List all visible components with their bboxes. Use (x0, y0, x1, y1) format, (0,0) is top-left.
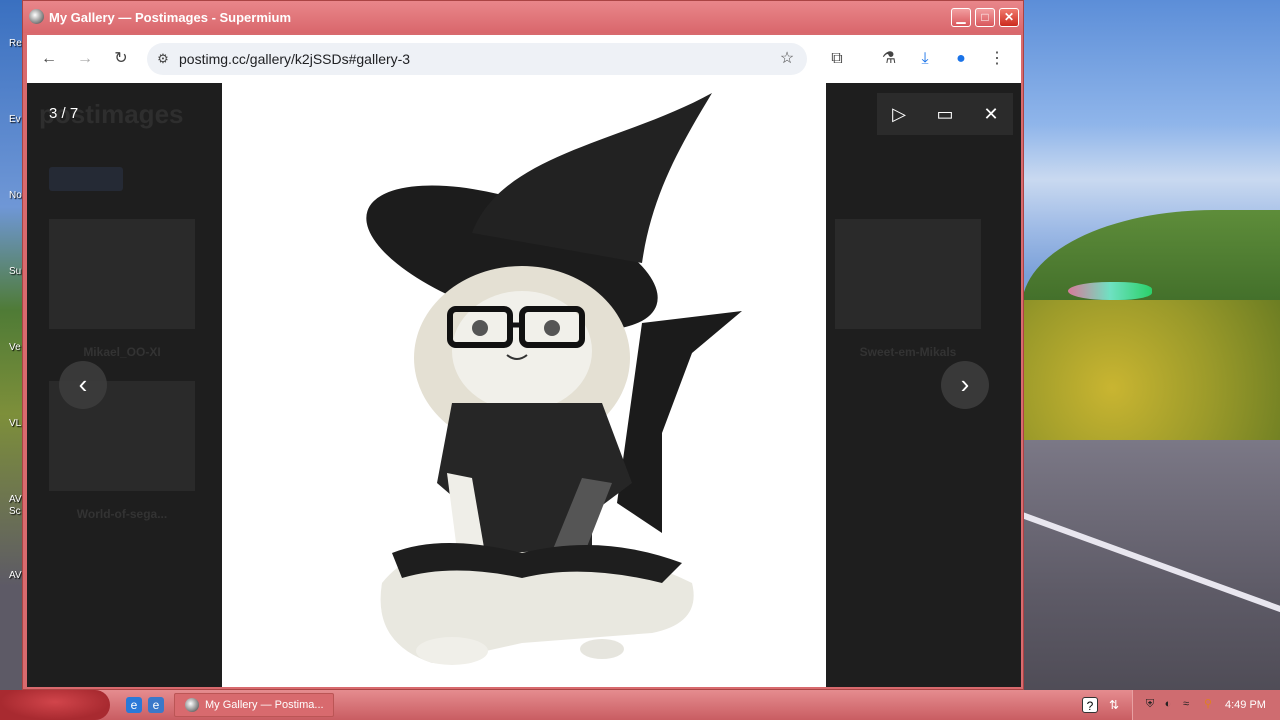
browser-window: My Gallery — Postimages - Supermium ▁ □ … (22, 0, 1024, 690)
extensions-icon[interactable]: ⧉ (827, 49, 847, 69)
site-info-icon[interactable]: ⚙ (153, 49, 173, 69)
witch-girl-illustration (366, 93, 742, 665)
maximize-button[interactable]: □ (975, 8, 995, 27)
image-counter: 3 / 7 (49, 105, 79, 122)
reload-icon[interactable]: ↻ (111, 49, 131, 69)
next-image-button[interactable]: › (941, 361, 989, 409)
background-button (49, 167, 123, 191)
lightbox-controls: ▷ ▭ ✕ (877, 93, 1013, 135)
desktop-icon-label[interactable]: Ve (9, 342, 21, 353)
browser-app-icon (185, 698, 199, 712)
fullscreen-icon[interactable]: ▭ (933, 102, 957, 126)
browser-quicklaunch-icon[interactable]: e (148, 697, 164, 713)
taskbar-window-label: My Gallery — Postima... (205, 699, 324, 711)
gallery-thumbnail (49, 219, 195, 329)
url-text[interactable]: postimg.cc/gallery/k2jSSDs#gallery-3 (179, 51, 410, 67)
desktop-icon-label[interactable]: Ev (9, 114, 21, 125)
security-shield-icon[interactable]: ⛨ (1143, 697, 1157, 711)
desktop-icon-label[interactable]: AV (9, 570, 22, 581)
window-title: My Gallery — Postimages - Supermium (49, 10, 292, 25)
thumbnail-caption: Mikael_OO-XI (83, 345, 161, 359)
browser-app-icon (29, 9, 44, 24)
desktop-icon-label[interactable]: VL (9, 418, 21, 429)
close-lightbox-icon[interactable]: ✕ (979, 102, 1003, 126)
desktop-fish-widget[interactable] (1068, 282, 1152, 300)
address-bar[interactable]: ⚙ postimg.cc/gallery/k2jSSDs#gallery-3 ☆ (147, 43, 807, 75)
help-icon[interactable]: ? (1082, 697, 1098, 713)
thumbnail-caption: Sweet-em-Mikals (859, 345, 957, 359)
desktop-icon-label[interactable]: Re (9, 38, 22, 49)
browser-toolbar: ← → ↻ ⚙ postimg.cc/gallery/k2jSSDs#galle… (27, 35, 1021, 83)
play-icon[interactable]: ▷ (887, 102, 911, 126)
lightbox-image[interactable] (222, 83, 826, 687)
desktop-icon-label[interactable]: No (9, 190, 22, 201)
gallery-thumbnail (835, 219, 981, 329)
system-tray: ⛨ ◐ ≈ ⚲ 4:49 PM (1132, 690, 1280, 720)
thumbnail-caption: World-of-sega... (76, 507, 168, 521)
clock[interactable]: 4:49 PM (1225, 699, 1266, 711)
start-button[interactable] (0, 690, 110, 720)
page-content: postimages Mikael_OO-XI World-of-sega...… (27, 83, 1021, 687)
forward-icon[interactable]: → (75, 49, 95, 69)
search-tray-icon[interactable]: ⚲ (1201, 697, 1215, 711)
minimize-button[interactable]: ▁ (951, 8, 971, 27)
bookmark-star-icon[interactable]: ☆ (777, 49, 797, 69)
menu-icon[interactable]: ⋮ (987, 49, 1007, 69)
network-icon[interactable]: ⇅ (1106, 697, 1122, 713)
profile-icon[interactable]: ● (951, 49, 971, 69)
labs-icon[interactable]: ⚗ (879, 49, 899, 69)
desktop-icon-label[interactable]: Su (9, 266, 21, 277)
ie-quicklaunch-icon[interactable]: e (126, 697, 142, 713)
taskbar-window-button[interactable]: My Gallery — Postima... (174, 693, 334, 717)
taskbar: e e My Gallery — Postima... ? ⇅ ⛨ ◐ ≈ ⚲ … (0, 690, 1280, 720)
close-button[interactable]: ✕ (999, 8, 1019, 27)
back-icon[interactable]: ← (39, 49, 59, 69)
desktop-icon-label[interactable]: AV Sc (9, 494, 23, 518)
previous-image-button[interactable]: ‹ (59, 361, 107, 409)
title-bar[interactable]: My Gallery — Postimages - Supermium ▁ □ … (23, 1, 1023, 33)
tray-app-icon[interactable]: ≈ (1179, 697, 1193, 711)
download-icon[interactable]: ⤓ (915, 49, 935, 69)
tray-app-icon[interactable]: ◐ (1161, 697, 1175, 711)
